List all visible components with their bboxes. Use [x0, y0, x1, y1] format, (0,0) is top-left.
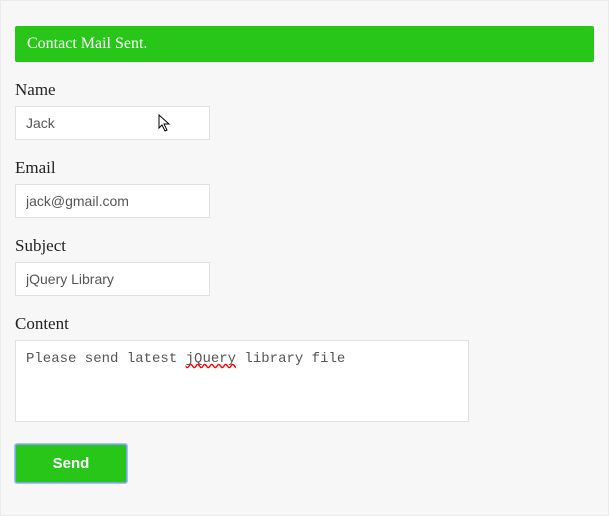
content-text-prefix: Please send latest: [26, 351, 186, 367]
content-text-suffix: library file: [236, 351, 345, 367]
content-field-row: Content Please send latest jQuery librar…: [15, 314, 594, 422]
name-label: Name: [15, 80, 594, 100]
name-field-row: Name: [15, 80, 594, 140]
subject-input[interactable]: [15, 262, 210, 296]
email-label: Email: [15, 158, 594, 178]
send-button[interactable]: Send: [15, 444, 127, 483]
email-field-row: Email: [15, 158, 594, 218]
name-input[interactable]: [15, 106, 210, 140]
subject-field-row: Subject: [15, 236, 594, 296]
email-input[interactable]: [15, 184, 210, 218]
content-text-misspell: jQuery: [186, 351, 236, 367]
subject-label: Subject: [15, 236, 594, 256]
status-message: Contact Mail Sent.: [15, 26, 594, 62]
content-textarea[interactable]: Please send latest jQuery library file: [15, 340, 469, 422]
content-label: Content: [15, 314, 594, 334]
